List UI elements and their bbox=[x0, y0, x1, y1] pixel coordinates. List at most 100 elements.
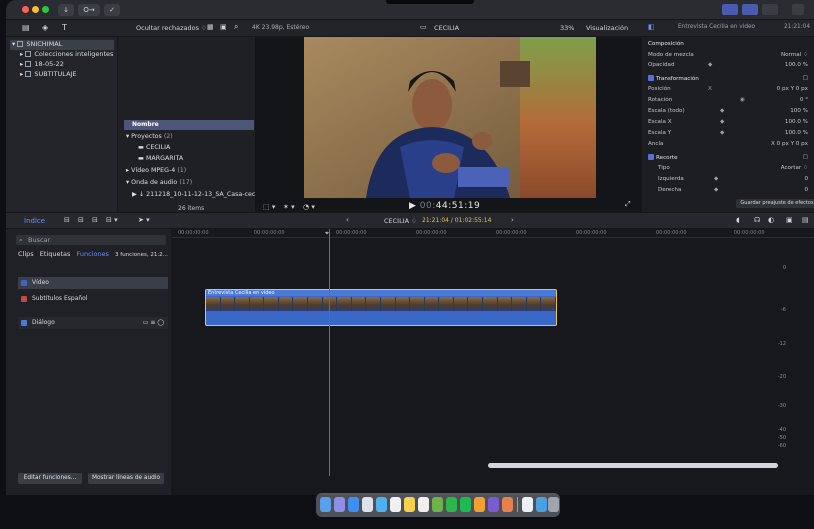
photos-icon[interactable] bbox=[432, 497, 443, 512]
list-item[interactable]: ▬ CECILIA bbox=[138, 144, 170, 151]
rotation-dial-icon[interactable]: ◉ bbox=[740, 97, 745, 103]
list-item[interactable]: ▸ Vídeo MPEG-4 (1) bbox=[126, 167, 186, 174]
library-item-event-date[interactable]: ▸ 18-05-22 bbox=[20, 60, 64, 70]
view-menu[interactable]: Visualización bbox=[586, 24, 628, 32]
clip-appearance-icon[interactable]: ▣ bbox=[786, 216, 793, 224]
timeline[interactable]: 00:00:00:00 00:00:00:00 00:00:00:00 00:0… bbox=[172, 229, 814, 495]
transform-section[interactable]: Transformación ▢ bbox=[648, 75, 810, 85]
final-cut-icon[interactable] bbox=[488, 497, 499, 512]
library-item-snichimal[interactable]: ▾ SNICHIMAL bbox=[10, 40, 114, 50]
crop-type-row[interactable]: Tipo Acortar ♢ bbox=[648, 165, 810, 175]
tab-tags[interactable]: Etiquetas bbox=[40, 250, 71, 258]
crop-toggle-icon[interactable]: ▢ bbox=[803, 154, 808, 160]
filter-inspector-icon[interactable]: ◧ bbox=[648, 23, 655, 31]
effects-browser-icon[interactable]: ▤ bbox=[802, 216, 809, 224]
tab-roles[interactable]: Funciones bbox=[76, 250, 108, 258]
disclosure-icon[interactable]: ▸ bbox=[20, 70, 23, 78]
show-audio-lanes-button[interactable]: Mostrar líneas de audio bbox=[88, 473, 164, 484]
playhead[interactable] bbox=[329, 229, 330, 476]
scale-x-row[interactable]: Escala X ◆ 100.0 % bbox=[648, 119, 810, 129]
checkbox-icon[interactable] bbox=[648, 75, 654, 81]
import-button[interactable]: ↓ bbox=[58, 4, 74, 16]
background-tasks-button[interactable]: ✓ bbox=[104, 4, 120, 16]
tab-clips[interactable]: Clips bbox=[18, 250, 34, 258]
search-input[interactable]: ⌕ Buscar bbox=[16, 235, 166, 245]
clapper-icon[interactable]: ▤ bbox=[22, 23, 30, 32]
transform-toggle-icon[interactable]: ▢ bbox=[803, 75, 808, 81]
document-icon[interactable] bbox=[522, 497, 533, 512]
reminders-icon[interactable] bbox=[418, 497, 429, 512]
effects-tool-icon[interactable]: ✶ ▾ bbox=[283, 203, 295, 211]
notes-icon[interactable] bbox=[404, 497, 415, 512]
save-effects-preset-button[interactable]: Guardar preajuste de efectos bbox=[736, 199, 814, 208]
checkbox-icon[interactable] bbox=[21, 320, 27, 326]
audio-skimming-icon[interactable]: ◖ bbox=[736, 216, 740, 224]
close-button[interactable] bbox=[22, 6, 29, 13]
checkbox-icon[interactable] bbox=[21, 280, 27, 286]
list-item[interactable]: ▬ MARGARITA bbox=[138, 155, 183, 162]
timeline-ruler[interactable]: 00:00:00:00 00:00:00:00 00:00:00:00 00:0… bbox=[172, 229, 814, 238]
crop-left-row[interactable]: Izquierda ◆ 0 bbox=[648, 176, 810, 186]
filter-menu[interactable]: Ocultar rechazados ♢ bbox=[136, 24, 207, 32]
opacity-row[interactable]: Opacidad ◆ 100.0 % bbox=[648, 62, 810, 72]
speed-tool-icon[interactable]: ◔ ▾ bbox=[303, 203, 315, 211]
crop-type-select[interactable]: Acortar ♢ bbox=[781, 165, 808, 171]
facetime-icon[interactable] bbox=[446, 497, 457, 512]
fullscreen-icon[interactable]: ⤢ bbox=[625, 200, 631, 209]
transform-tool-icon[interactable]: ⬚ ▾ bbox=[263, 203, 275, 211]
timeline-toggle-button[interactable] bbox=[742, 4, 758, 15]
spotify-icon[interactable] bbox=[460, 497, 471, 512]
index-button[interactable]: Índice bbox=[24, 217, 45, 225]
app-icon[interactable] bbox=[502, 497, 513, 512]
lane-controls-icon[interactable]: ▭ ≡ ◯ bbox=[143, 317, 164, 329]
trash-icon[interactable] bbox=[548, 497, 559, 512]
slider-icon[interactable]: ◆ bbox=[720, 119, 724, 125]
timeline-scrollbar[interactable] bbox=[488, 463, 778, 468]
edit-roles-button[interactable]: Editar funciones... bbox=[18, 473, 82, 484]
list-item[interactable]: ▾ Onda de audio (17) bbox=[126, 179, 192, 186]
calendar-icon[interactable] bbox=[390, 497, 401, 512]
library-item-subtitulaje[interactable]: ▸ SUBTITULAJE bbox=[20, 70, 77, 80]
disclosure-icon[interactable]: ▾ bbox=[12, 40, 15, 48]
inspector-toggle-button[interactable] bbox=[762, 4, 778, 15]
share-button[interactable] bbox=[792, 4, 804, 15]
scale-all-row[interactable]: Escala (todo) ◆ 100 % bbox=[648, 108, 810, 118]
photos-icon[interactable]: ◈ bbox=[42, 23, 48, 32]
edit-connect-icon[interactable]: ⊟ bbox=[64, 216, 70, 224]
scale-y-row[interactable]: Escala Y ◆ 100.0 % bbox=[648, 130, 810, 140]
chrome-icon[interactable] bbox=[362, 497, 373, 512]
headphones-icon[interactable]: ☊ bbox=[754, 216, 760, 224]
edit-overwrite-icon[interactable]: ⊟ ▾ bbox=[106, 216, 118, 224]
launchpad-icon[interactable] bbox=[334, 497, 345, 512]
keyword-button[interactable]: O→ bbox=[78, 4, 100, 16]
edit-append-icon[interactable]: ⊟ bbox=[92, 216, 98, 224]
blend-mode-row[interactable]: Modo de mezcla Normal ♢ bbox=[648, 52, 810, 62]
slider-icon[interactable]: ◆ bbox=[720, 130, 724, 136]
keyframe-icon[interactable]: ◆ bbox=[708, 62, 712, 68]
role-dialogue[interactable]: Diálogo ▭ ≡ ◯ bbox=[18, 317, 168, 329]
blend-mode-select[interactable]: Normal ♢ bbox=[781, 52, 808, 58]
library-item-smart-collections[interactable]: ▸ Colecciones inteligentes bbox=[20, 50, 113, 60]
mail-icon[interactable] bbox=[376, 497, 387, 512]
search-icon[interactable]: ⌕ bbox=[234, 22, 238, 32]
viewer-timecode[interactable]: ▶ 00:44:51:19 bbox=[409, 201, 480, 211]
checkbox-icon[interactable] bbox=[21, 296, 27, 302]
slider-icon[interactable]: ◆ bbox=[714, 187, 718, 193]
project-name[interactable]: CECILIA ♢ bbox=[384, 217, 417, 225]
checkbox-icon[interactable] bbox=[648, 154, 654, 160]
zoom-menu[interactable]: 33% bbox=[560, 24, 574, 32]
position-row[interactable]: Posición X 0 px Y 0 px bbox=[648, 86, 810, 96]
solo-icon[interactable]: ◐ bbox=[768, 216, 774, 224]
disclosure-icon[interactable]: ▸ bbox=[20, 50, 23, 58]
rotation-row[interactable]: Rotación ◉ 0 ° bbox=[648, 97, 810, 107]
play-icon[interactable]: ▶ bbox=[409, 201, 420, 211]
crop-section[interactable]: Recorte ▢ bbox=[648, 154, 810, 164]
anchor-row[interactable]: Ancla X 0 px Y 0 px bbox=[648, 141, 810, 151]
minimize-button[interactable] bbox=[32, 6, 39, 13]
role-video[interactable]: Vídeo bbox=[18, 277, 168, 289]
role-subtitles[interactable]: Subtítulos Español bbox=[18, 293, 168, 305]
crop-right-row[interactable]: Derecha ◆ 0 bbox=[648, 187, 810, 197]
vlc-icon[interactable] bbox=[474, 497, 485, 512]
disclosure-icon[interactable]: ▸ bbox=[20, 60, 23, 68]
safari-icon[interactable] bbox=[348, 497, 359, 512]
